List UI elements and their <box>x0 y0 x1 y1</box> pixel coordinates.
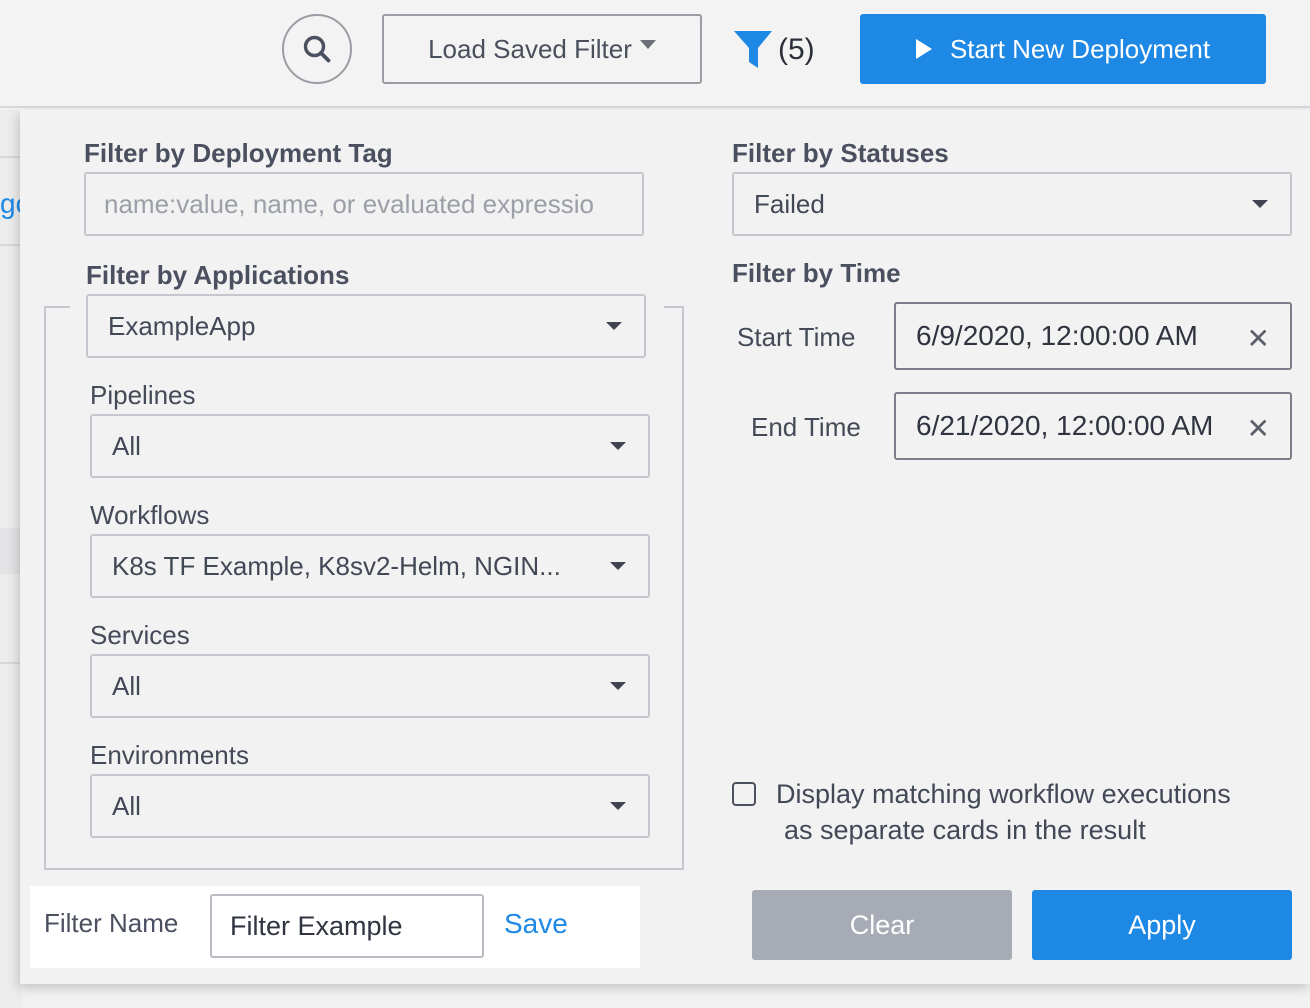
chevron-down-icon <box>610 802 626 810</box>
top-toolbar: Load Saved Filter (5) Start New Deployme… <box>0 0 1310 108</box>
applications-select[interactable]: ExampleApp <box>86 294 646 358</box>
filter-toggle[interactable]: (5) <box>732 26 815 74</box>
workflows-value: K8s TF Example, K8sv2-Helm, NGIN... <box>112 550 561 581</box>
workflows-select[interactable]: K8s TF Example, K8sv2-Helm, NGIN... <box>90 534 650 598</box>
pipelines-label: Pipelines <box>90 380 196 410</box>
load-saved-filter-dropdown[interactable]: Load Saved Filter <box>382 14 702 84</box>
statuses-select[interactable]: Failed <box>732 172 1292 236</box>
time-label: Filter by Time <box>732 258 901 288</box>
close-icon[interactable]: ✕ <box>1247 322 1270 355</box>
deployment-tag-label: Filter by Deployment Tag <box>84 138 393 168</box>
divider <box>0 244 22 246</box>
services-value: All <box>112 670 141 701</box>
end-time-input[interactable]: 6/21/2020, 12:00:00 AM ✕ <box>894 392 1292 460</box>
chevron-down-icon <box>610 562 626 570</box>
pipelines-value: All <box>112 430 141 461</box>
start-new-deployment-button[interactable]: Start New Deployment <box>860 14 1266 84</box>
close-icon[interactable]: ✕ <box>1247 412 1270 445</box>
applications-value: ExampleApp <box>108 310 256 341</box>
filter-icon <box>734 31 772 68</box>
start-time-label: Start Time <box>737 322 856 352</box>
chevron-down-icon <box>1252 200 1268 208</box>
start-time-value: 6/9/2020, 12:00:00 AM <box>916 320 1198 351</box>
separate-cards-label: Display matching workflow executions as … <box>776 776 1231 848</box>
filter-name-input[interactable] <box>210 894 484 958</box>
services-label: Services <box>90 620 190 650</box>
divider <box>0 662 22 664</box>
separate-cards-label-line2: as separate cards in the result <box>784 815 1146 845</box>
environments-select[interactable]: All <box>90 774 650 838</box>
filter-name-label: Filter Name <box>44 908 179 938</box>
load-saved-filter-label: Load Saved Filter <box>428 33 632 64</box>
background-row <box>0 528 22 574</box>
deployment-tag-input[interactable] <box>84 172 644 236</box>
workflows-label: Workflows <box>90 500 210 530</box>
statuses-value: Failed <box>754 188 825 219</box>
filter-count: (5) <box>778 33 815 66</box>
separate-cards-checkbox[interactable] <box>732 782 756 806</box>
separate-cards-label-line1: Display matching workflow executions <box>776 779 1231 809</box>
start-new-deployment-label: Start New Deployment <box>949 33 1211 64</box>
end-time-value: 6/21/2020, 12:00:00 AM <box>916 410 1214 441</box>
search-icon <box>303 35 331 63</box>
clear-button[interactable]: Clear <box>752 890 1012 960</box>
pipelines-select[interactable]: All <box>90 414 650 478</box>
chevron-down-icon <box>610 682 626 690</box>
statuses-label: Filter by Statuses <box>732 138 949 168</box>
environments-value: All <box>112 790 141 821</box>
chevron-down-icon <box>606 322 622 330</box>
apply-button[interactable]: Apply <box>1032 890 1292 960</box>
filter-panel: Filter by Deployment Tag Filter by Appli… <box>20 110 1310 984</box>
chevron-down-icon <box>639 39 656 49</box>
environments-label: Environments <box>90 740 249 770</box>
services-select[interactable]: All <box>90 654 650 718</box>
play-icon <box>915 39 932 59</box>
divider <box>0 156 22 158</box>
chevron-down-icon <box>610 442 626 450</box>
search-button[interactable] <box>282 14 352 84</box>
applications-label: Filter by Applications <box>86 260 350 290</box>
save-button[interactable]: Save <box>504 908 568 940</box>
background-link[interactable]: go <box>0 188 20 220</box>
end-time-label: End Time <box>751 412 861 442</box>
start-time-input[interactable]: 6/9/2020, 12:00:00 AM ✕ <box>894 302 1292 370</box>
